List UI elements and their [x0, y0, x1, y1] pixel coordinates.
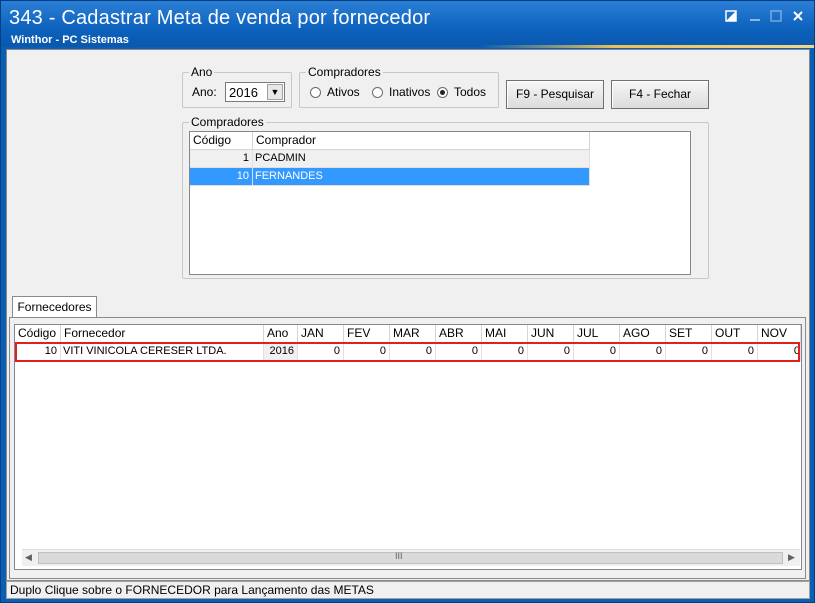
scroll-left-icon[interactable]: ◀: [25, 552, 32, 563]
column-header-set[interactable]: SET: [666, 325, 712, 343]
tab-fornecedores[interactable]: Fornecedores: [12, 296, 97, 318]
column-header-fornecedor[interactable]: Fornecedor: [61, 325, 264, 343]
column-header-mar[interactable]: MAR: [390, 325, 436, 343]
column-header-ano[interactable]: Ano: [264, 325, 298, 343]
title-bar: 343 - Cadastrar Meta de venda por fornec…: [1, 1, 814, 48]
column-header-fev[interactable]: FEV: [344, 325, 390, 343]
window-title: 343 - Cadastrar Meta de venda por fornec…: [9, 7, 431, 29]
radio-inativos-label[interactable]: Inativos: [389, 85, 430, 99]
fechar-button[interactable]: F4 - Fechar: [611, 80, 709, 109]
pesquisar-button[interactable]: F9 - Pesquisar: [506, 80, 604, 109]
compradores-filter-group: Compradores Ativos Inativos Todos: [299, 65, 499, 108]
compradores-list-legend: Compradores: [189, 115, 266, 129]
title-accent-line: [481, 45, 814, 48]
column-header-jan[interactable]: JAN: [298, 325, 344, 343]
ano-group: Ano Ano: 2016 ▼: [182, 65, 292, 108]
close-icon[interactable]: [790, 9, 806, 25]
column-header-comprador[interactable]: Comprador: [253, 132, 590, 150]
scroll-grip-icon: III: [395, 551, 403, 561]
chevron-down-icon[interactable]: ▼: [267, 84, 283, 100]
column-header-jun[interactable]: JUN: [528, 325, 574, 343]
radio-inativos[interactable]: [372, 87, 383, 98]
fornecedores-tab-panel: Código Fornecedor Ano JAN FEV MAR ABR MA…: [9, 317, 806, 579]
compradores-filter-legend: Compradores: [306, 65, 383, 79]
ano-group-legend: Ano: [189, 65, 215, 79]
column-header-out[interactable]: OUT: [712, 325, 758, 343]
column-header-nov[interactable]: NOV: [758, 325, 801, 343]
comprador-codigo: 10: [190, 168, 253, 186]
column-header-mai[interactable]: MAI: [482, 325, 528, 343]
scroll-thumb[interactable]: III: [38, 551, 783, 564]
ano-select[interactable]: 2016 ▼: [225, 82, 285, 102]
column-header-jul[interactable]: JUL: [574, 325, 620, 343]
column-header-codigo[interactable]: Código: [15, 325, 61, 343]
app-window: 343 - Cadastrar Meta de venda por fornec…: [0, 0, 815, 603]
radio-todos-label[interactable]: Todos: [454, 85, 486, 99]
compradores-list-group: Compradores Código Comprador 1 PCADMIN 1…: [182, 115, 709, 279]
row-highlight-box: [15, 342, 800, 362]
comprador-nome: PCADMIN: [253, 150, 590, 168]
column-header-ago[interactable]: AGO: [620, 325, 666, 343]
comprador-nome: FERNANDES: [253, 168, 590, 186]
radio-todos[interactable]: [437, 87, 448, 98]
ano-label: Ano:: [192, 85, 217, 99]
window-subtitle: Winthor - PC Sistemas: [11, 34, 129, 46]
minimize-icon[interactable]: [747, 9, 763, 25]
compradores-list[interactable]: Código Comprador 1 PCADMIN 10 FERNANDES: [189, 131, 691, 275]
radio-ativos-label[interactable]: Ativos: [327, 85, 360, 99]
radio-ativos[interactable]: [310, 87, 321, 98]
restore-icon[interactable]: [723, 9, 739, 25]
scroll-right-icon[interactable]: ▶: [788, 552, 795, 563]
horizontal-scrollbar[interactable]: ◀ III ▶: [22, 549, 800, 566]
column-header-codigo[interactable]: Código: [190, 132, 253, 150]
status-bar: Duplo Clique sobre o FORNECEDOR para Lan…: [6, 581, 810, 599]
client-area: Ano Ano: 2016 ▼ Compradores Ativos Inati…: [6, 49, 810, 581]
column-header-abr[interactable]: ABR: [436, 325, 482, 343]
fornecedores-grid[interactable]: Código Fornecedor Ano JAN FEV MAR ABR MA…: [14, 324, 802, 570]
maximize-icon[interactable]: [768, 9, 784, 25]
ano-select-value: 2016: [229, 85, 258, 100]
comprador-codigo: 1: [190, 150, 253, 168]
